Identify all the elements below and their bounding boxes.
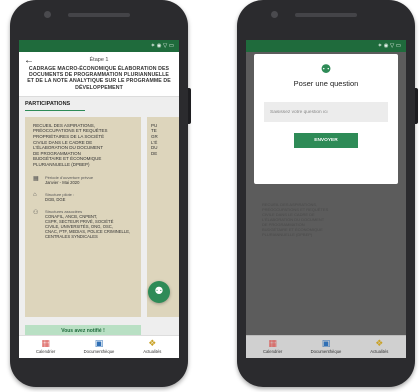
- period-row: ▦ Période d'ouverture prévue Janvier - M…: [33, 175, 133, 185]
- chat-question-icon: ⚉: [320, 62, 332, 76]
- news-icon: ❖: [148, 338, 157, 348]
- app-header: ← Étape 1 CADRAGE MACRO-ÉCONOMIQUE ÉLABO…: [19, 52, 179, 97]
- nav-documentheque[interactable]: ▣ Documenthèque: [72, 336, 125, 358]
- phone-right: ✶ ◉ ▽ ▭ RECUEIL DES ASPIRATIONS, PRÉOCCU…: [237, 0, 418, 387]
- question-input[interactable]: [264, 102, 388, 122]
- back-arrow-icon[interactable]: ←: [24, 55, 34, 66]
- bottom-navigation: ▦ Calendrier ▣ Documenthèque ❖ Actualité…: [19, 335, 179, 358]
- building-icon: ⌂: [33, 191, 37, 198]
- ask-question-fab-icon[interactable]: ⚉: [148, 281, 170, 303]
- nav-documentheque[interactable]: ▣ Documenthèque: [299, 336, 352, 358]
- structure-row: ⌂ Structure pilote : DGB, DGE: [33, 192, 133, 202]
- group-icon: ⚇: [33, 209, 39, 216]
- status-bar: ✶ ◉ ▽ ▭: [246, 40, 406, 52]
- document-icon: ▣: [94, 338, 104, 348]
- document-icon: ▣: [321, 338, 331, 348]
- calendar-icon: ▦: [268, 338, 277, 348]
- structure-label: Structure pilote :: [45, 191, 75, 197]
- front-camera: [44, 11, 51, 18]
- question-dialog: ⚉ Poser une question ENVOYER: [254, 54, 398, 184]
- nav-label: Documenthèque: [83, 349, 115, 354]
- step-label: Étape 1: [89, 57, 109, 63]
- nav-label: Actualités: [370, 349, 389, 354]
- front-camera: [271, 11, 278, 18]
- status-bar: ✶ ◉ ▽ ▭: [19, 40, 179, 52]
- structure-value: DGB, DGE: [45, 196, 66, 202]
- nav-calendrier[interactable]: ▦ Calendrier: [246, 336, 299, 358]
- associated-row: ⚇ Structures associées CONAFIL, ANCB, CN…: [33, 209, 133, 239]
- period-value: Janvier - Mai 2020: [45, 179, 80, 185]
- power-button: [188, 88, 191, 124]
- card2-text: PU TE GR L'É DU DE: [151, 122, 158, 156]
- card-title: RECUEIL DES ASPIRATIONS, PRÉOCCUPATIONS …: [33, 122, 108, 167]
- nav-label: Calendrier: [36, 349, 56, 354]
- dialog-title: Poser une question: [293, 79, 359, 88]
- nav-label: Documenthèque: [310, 349, 342, 354]
- screen-step-detail: ✶ ◉ ▽ ▭ ← Étape 1 CADRAGE MACRO-ÉCONOMIQ…: [19, 40, 179, 358]
- nav-calendrier[interactable]: ▦ Calendrier: [19, 336, 72, 358]
- news-icon: ❖: [375, 338, 384, 348]
- nav-label: Calendrier: [263, 349, 283, 354]
- calendar-icon: ▦: [41, 338, 50, 348]
- nav-actualites[interactable]: ❖ Actualités: [353, 336, 406, 358]
- nav-label: Actualités: [143, 349, 162, 354]
- associated-value: CONAFIL, ANCB, CNPBNT, CSPR, SECTEUR PRI…: [45, 213, 131, 239]
- speaker-grille: [295, 13, 357, 17]
- send-button[interactable]: ENVOYER: [294, 133, 358, 148]
- screen-ask-question: ✶ ◉ ▽ ▭ RECUEIL DES ASPIRATIONS, PRÉOCCU…: [246, 40, 406, 358]
- background-card-text: RECUEIL DES ASPIRATIONS, PRÉOCCUPATIONS …: [262, 202, 329, 237]
- phone-left: ✶ ◉ ▽ ▭ ← Étape 1 CADRAGE MACRO-ÉCONOMIQ…: [10, 0, 191, 387]
- period-label: Période d'ouverture prévue: [45, 174, 94, 180]
- power-button: [415, 88, 418, 124]
- calendar-icon: ▦: [33, 175, 39, 182]
- section-title: PARTICIPATIONS: [25, 101, 85, 111]
- bottom-navigation: ▦ Calendrier ▣ Documenthèque ❖ Actualité…: [246, 335, 406, 358]
- participation-card[interactable]: RECUEIL DES ASPIRATIONS, PRÉOCCUPATIONS …: [25, 116, 141, 317]
- step-title: CADRAGE MACRO-ÉCONOMIQUE ÉLABORATION DES…: [27, 66, 171, 91]
- speaker-grille: [68, 13, 130, 17]
- nav-actualites[interactable]: ❖ Actualités: [126, 336, 179, 358]
